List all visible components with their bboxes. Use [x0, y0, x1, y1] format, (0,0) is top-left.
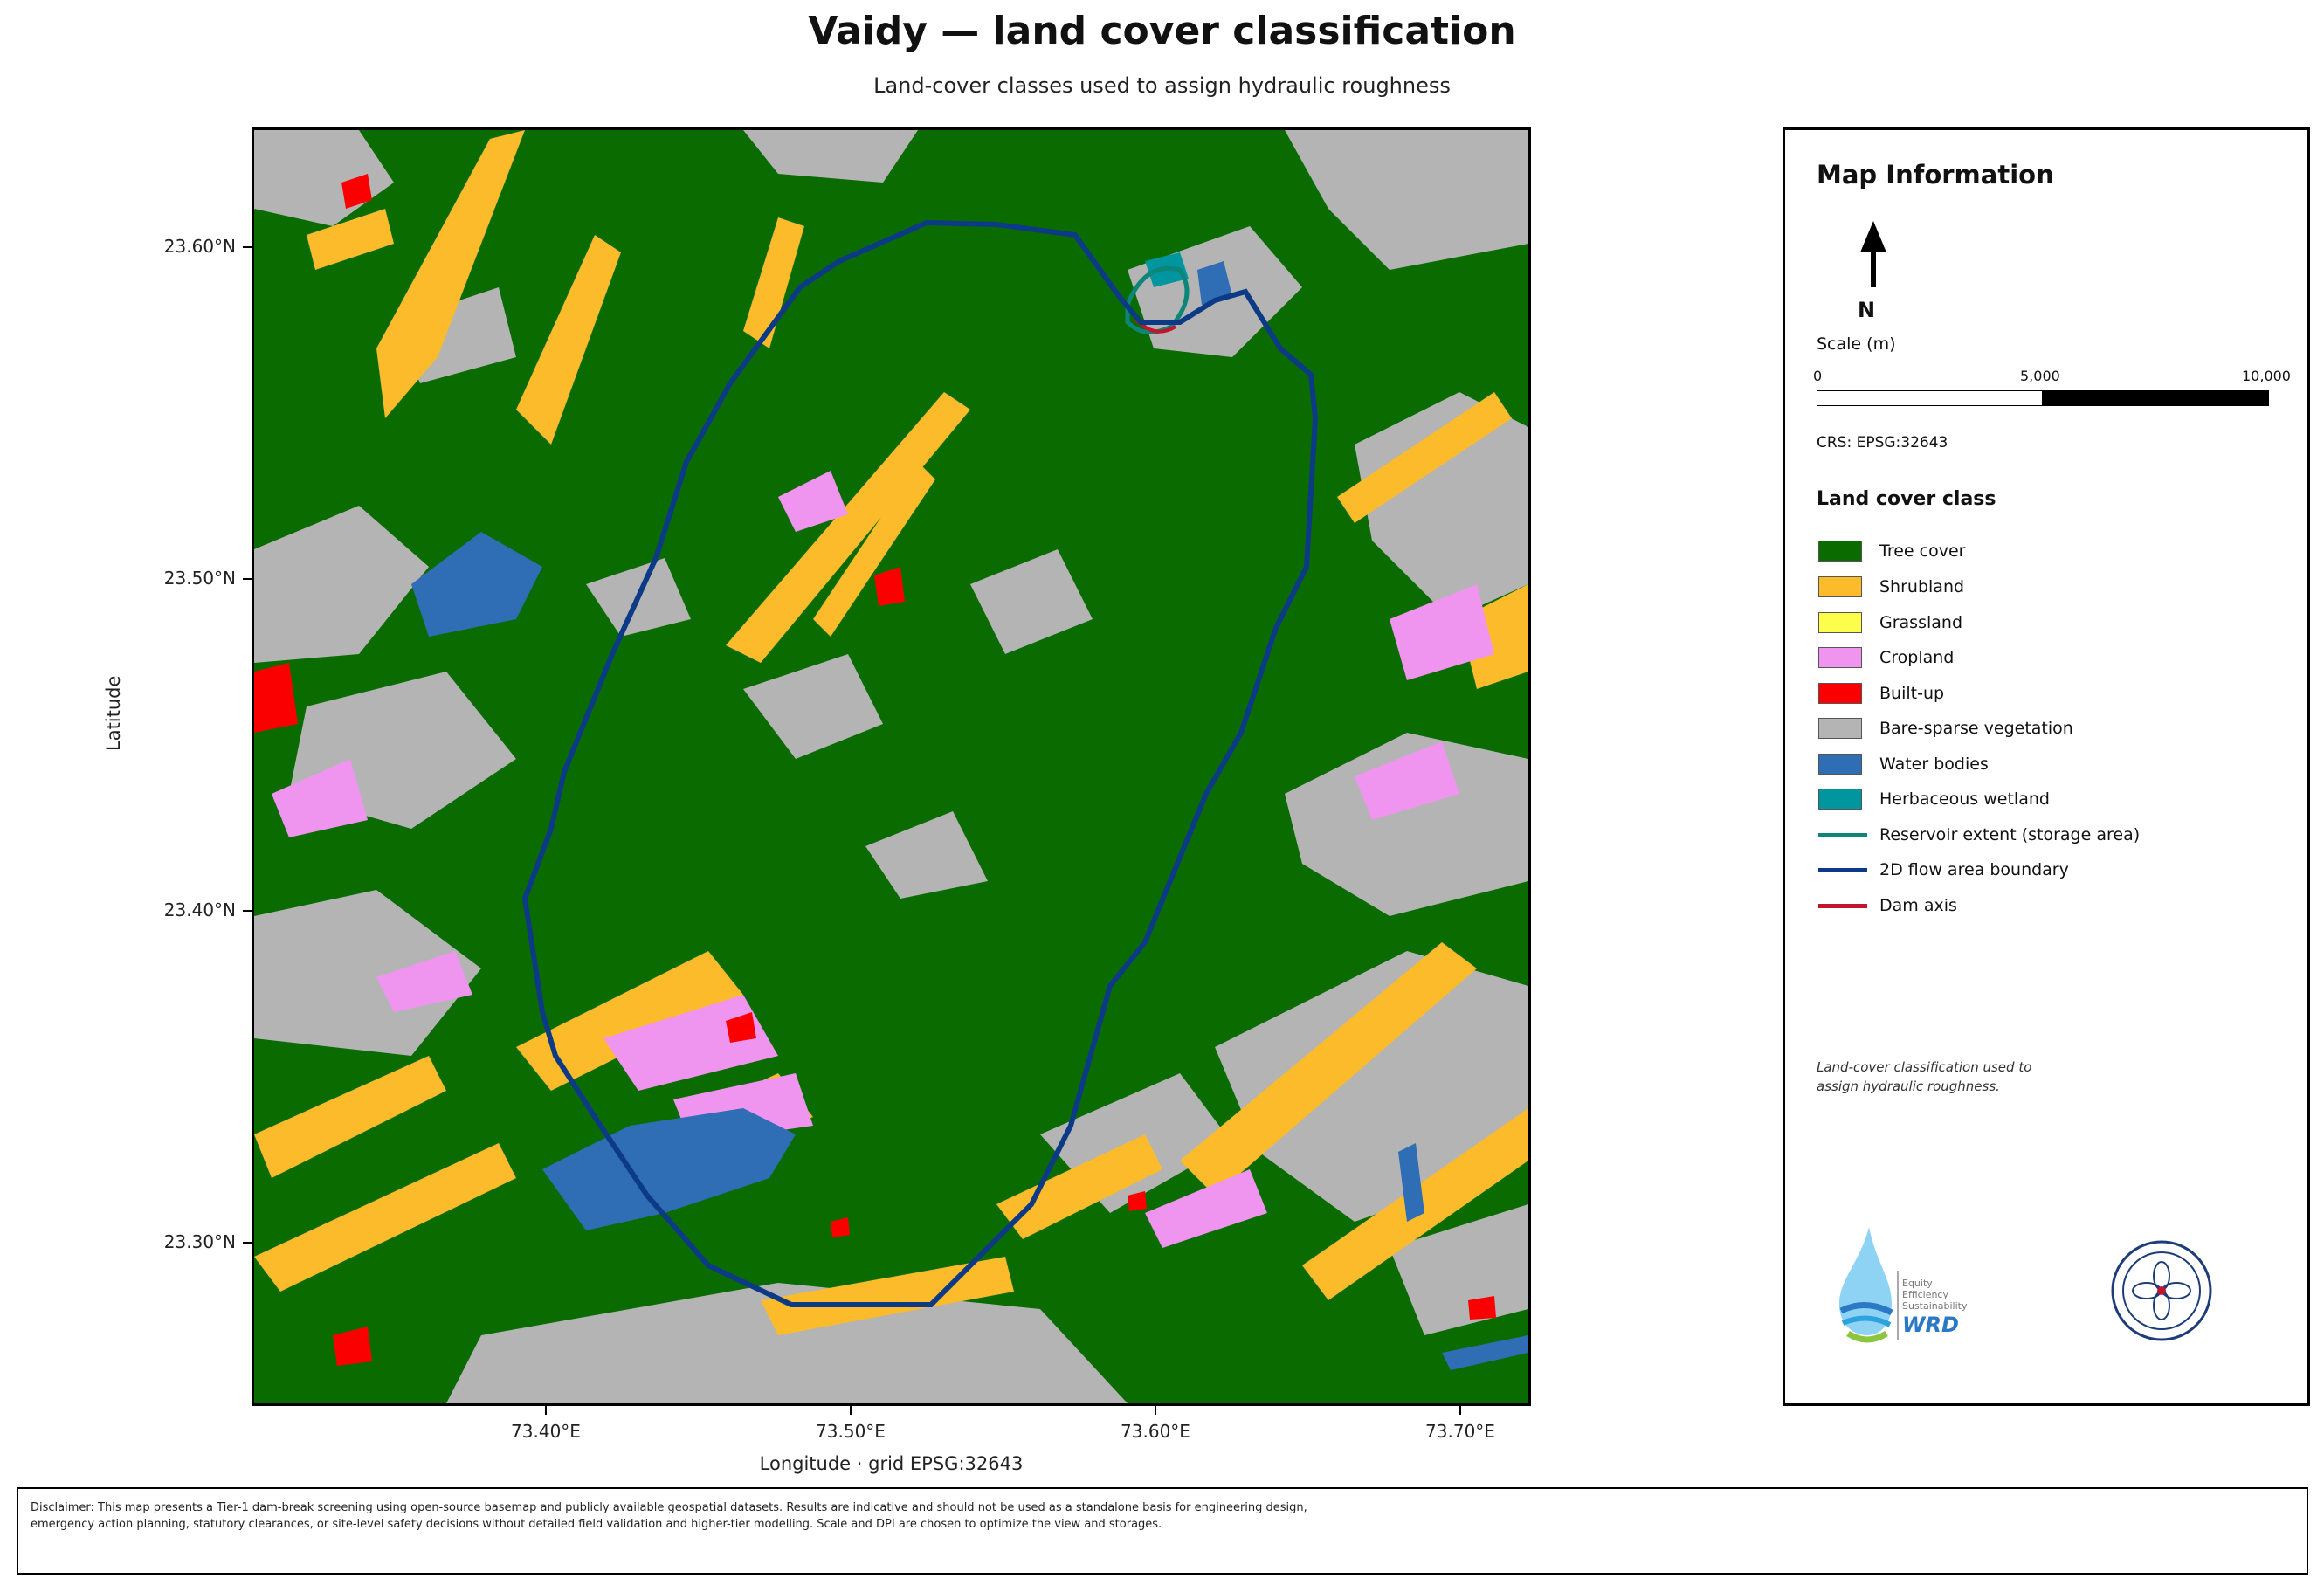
y-tick-label: 23.40°N [163, 899, 236, 920]
legend-item-grassland: Grassland [1818, 611, 1962, 634]
y-tick-mark [243, 578, 252, 580]
y-tick-mark [243, 910, 252, 912]
x-tick-label: 73.40°E [511, 1421, 581, 1442]
scale-bar-white [1817, 390, 2043, 406]
bare-sparse-swatch [1818, 718, 1862, 739]
x-tick-mark [850, 1406, 852, 1415]
disclaimer-box: Disclaimer: This map presents a Tier-1 d… [17, 1487, 2308, 1575]
legend-item-tree-cover: Tree cover [1818, 540, 1965, 562]
disclaimer-text: Disclaimer: This map presents a Tier-1 d… [31, 1501, 1307, 1531]
land-cover-raster [254, 130, 1528, 1403]
dam-axis-line [1818, 903, 1867, 908]
water-bodies-swatch [1818, 754, 1862, 775]
north-label: N [1858, 298, 1876, 322]
info-heading: Map Information [1817, 160, 2054, 190]
shrubland-swatch [1818, 576, 1862, 597]
flow-area-boundary-line [1818, 867, 1867, 872]
crs-label: CRS: EPSG:32643 [1817, 434, 1948, 451]
north-arrow-icon [1860, 221, 1886, 287]
classification-note-line2: assign hydraulic roughness. [1817, 1079, 2000, 1094]
y-tick-label: 23.30°N [163, 1231, 236, 1252]
scale-tick-0: 0 [1813, 368, 1823, 384]
legend-item-flow-area-boundary: 2D flow area boundary [1818, 858, 2069, 881]
cropland-swatch [1818, 647, 1862, 668]
built-up-swatch [1818, 683, 1862, 704]
y-tick-mark [243, 1242, 252, 1244]
institute-seal-icon [2111, 1240, 2212, 1341]
x-tick-label: 73.50°E [816, 1421, 886, 1442]
legend-item-water-bodies: Water bodies [1818, 753, 1989, 775]
tree-cover-swatch [1818, 541, 1862, 562]
classification-note-line1: Land-cover classification used to [1817, 1059, 2032, 1075]
wrd-logo-tagline: Equity Efficiency Sustainability [1902, 1278, 1968, 1312]
herbaceous-wetland-swatch [1818, 789, 1862, 810]
x-tick-mark [545, 1406, 547, 1415]
legend-item-reservoir-extent: Reservoir extent (storage area) [1818, 824, 2140, 846]
legend-item-dam-axis: Dam axis [1818, 894, 1957, 917]
y-axis-label: Latitude [103, 675, 124, 751]
y-tick-mark [243, 246, 252, 248]
legend-item-built-up: Built-up [1818, 682, 1944, 705]
map-subtitle: Land-cover classes used to assign hydrau… [873, 73, 1451, 98]
x-axis-label: Longitude · grid EPSG:32643 [759, 1453, 1024, 1474]
legend-item-cropland: Cropland [1818, 646, 1954, 669]
grassland-swatch [1818, 612, 1862, 633]
wrd-logo-drop-icon [1839, 1227, 1893, 1343]
x-tick-label: 73.60°E [1121, 1421, 1190, 1442]
x-tick-label: 73.70°E [1425, 1421, 1495, 1442]
wrd-logo-brand: WRD [1902, 1313, 1959, 1337]
legend-title: Land cover class [1817, 488, 1996, 510]
map-title: Vaidy — land cover classification [808, 9, 1516, 53]
y-tick-label: 23.60°N [163, 236, 236, 257]
legend-item-herbaceous-wetland: Herbaceous wetland [1818, 788, 2050, 810]
x-tick-mark [1155, 1406, 1156, 1415]
scale-tick-5000: 5,000 [2020, 368, 2060, 384]
x-tick-mark [1459, 1406, 1461, 1415]
land-cover-map[interactable] [252, 127, 1531, 1406]
legend-item-shrubland: Shrubland [1818, 575, 1964, 598]
scale-bar-black [2043, 390, 2269, 406]
y-tick-label: 23.50°N [163, 568, 236, 589]
wrd-logo-divider [1897, 1271, 1899, 1340]
scale-tick-10000: 10,000 [2242, 368, 2291, 384]
map-information-panel: Map Information N Scale (m) 0 5,000 10,0… [1783, 127, 2310, 1406]
scale-title: Scale (m) [1817, 334, 1896, 354]
reservoir-extent-line [1818, 832, 1867, 837]
legend-item-bare-sparse: Bare-sparse vegetation [1818, 717, 2073, 740]
